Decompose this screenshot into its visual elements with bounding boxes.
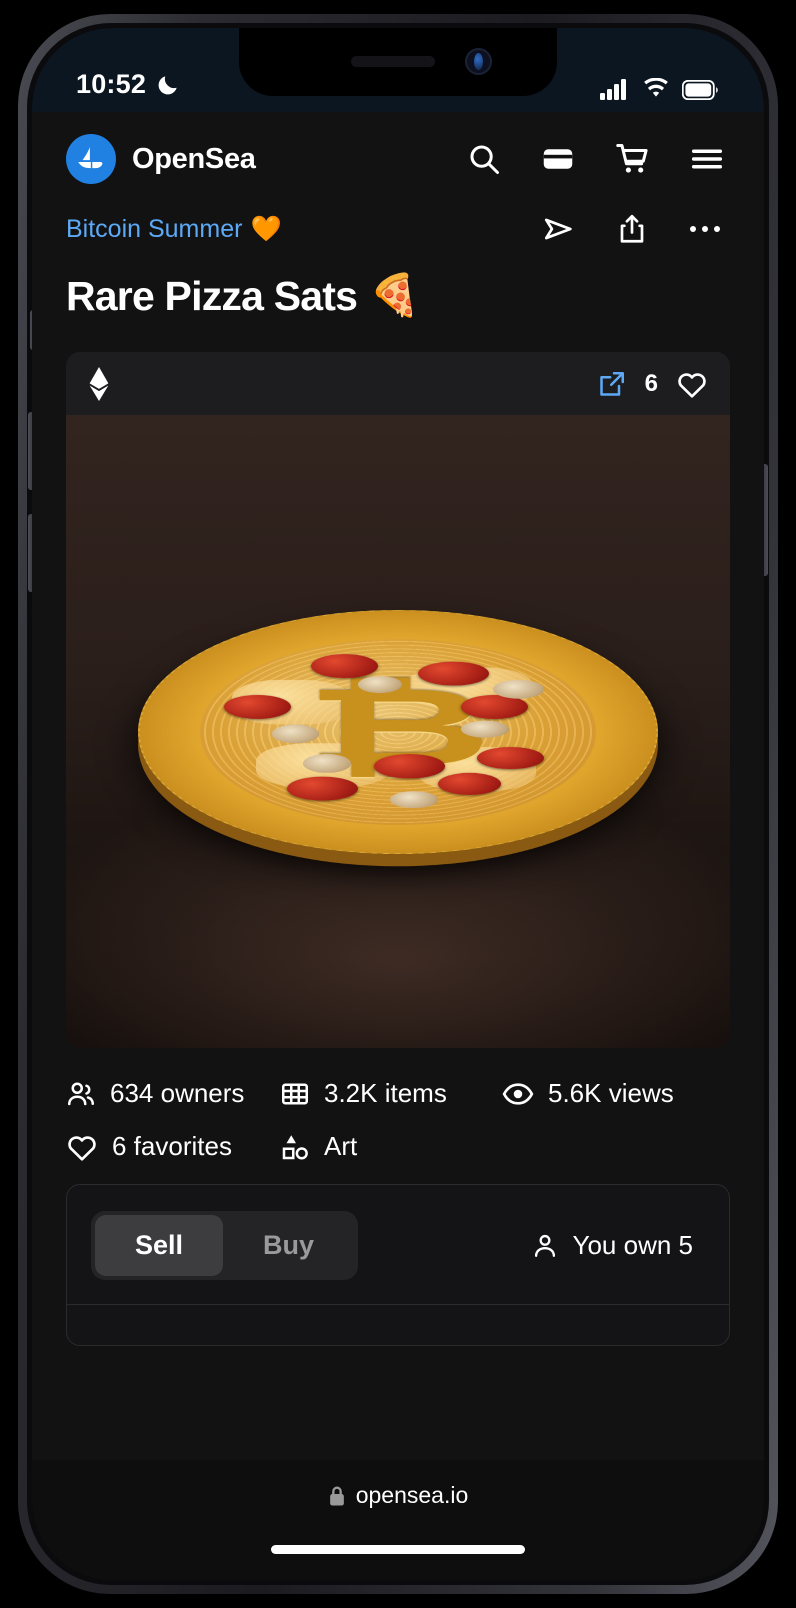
stat-owners-value: 634 owners — [110, 1078, 245, 1108]
crescent-moon-icon — [155, 72, 181, 98]
share-icon[interactable] — [616, 212, 648, 246]
bitcoin-pizza-coin: ₿ — [138, 609, 658, 854]
status-bar: 10:52 — [32, 28, 764, 112]
stat-items: 3.2K items — [280, 1078, 502, 1109]
status-bar-left: 10:52 — [76, 69, 181, 100]
pepperoni-topping — [477, 746, 545, 769]
brand-name: OpenSea — [132, 142, 256, 175]
hamburger-menu-icon[interactable] — [688, 140, 726, 178]
stats-row-1: 634 owners 3.2K items 5.6K views — [66, 1078, 730, 1109]
stat-views-value: 5.6K views — [548, 1078, 674, 1108]
cellular-signal-icon — [600, 78, 630, 100]
ethereum-icon — [88, 366, 110, 401]
mushroom-topping — [390, 790, 438, 808]
status-bar-right — [600, 78, 720, 100]
stat-views: 5.6K views — [502, 1078, 674, 1109]
nft-card-actions: 6 — [597, 369, 708, 399]
collection-stats: 634 owners 3.2K items 5.6K views 6 favor… — [32, 1048, 764, 1162]
opensea-sailboat-logo — [66, 134, 116, 184]
breadcrumb-actions — [542, 212, 730, 246]
ownership-text: You own 5 — [572, 1230, 693, 1260]
screenshot-stage: 10:52 OpenSea Bitcoin Summer 🧡 Rare Pizz… — [0, 0, 796, 1608]
pepperoni-topping — [287, 776, 359, 801]
battery-full-icon — [682, 80, 720, 100]
eye-icon — [502, 1079, 534, 1109]
brand-link[interactable]: OpenSea — [66, 134, 256, 184]
notch — [239, 28, 557, 96]
mushroom-topping — [492, 679, 545, 699]
nft-card[interactable]: 6 ₿ — [66, 352, 730, 1048]
web-page: OpenSea Bitcoin Summer 🧡 Rare Pizza Sats… — [32, 112, 764, 1580]
stat-category-value: Art — [324, 1131, 358, 1161]
heart-icon — [66, 1132, 98, 1162]
earpiece-speaker — [351, 56, 435, 67]
tab-buy[interactable]: Buy — [223, 1215, 354, 1276]
shapes-icon — [280, 1132, 310, 1162]
header-actions — [466, 140, 730, 178]
stat-favorites: 6 favorites — [66, 1131, 280, 1162]
wifi-icon — [641, 78, 671, 100]
stats-row-2: 6 favorites Art — [66, 1131, 730, 1162]
coin-face: ₿ — [200, 638, 596, 825]
stat-favorites-value: 6 favorites — [112, 1131, 232, 1161]
lock-icon — [328, 1485, 346, 1507]
breadcrumb-collection-link[interactable]: Bitcoin Summer 🧡 — [66, 215, 282, 244]
breadcrumb-label: Bitcoin Summer — [66, 214, 243, 243]
pepperoni-topping — [311, 653, 379, 678]
phone-frame: 10:52 OpenSea Bitcoin Summer 🧡 Rare Pizz… — [18, 14, 778, 1594]
trade-panel-header: Sell Buy You own 5 — [67, 1185, 729, 1304]
heart-icon[interactable] — [676, 369, 708, 399]
wallet-icon[interactable] — [540, 141, 576, 177]
tab-sell[interactable]: Sell — [95, 1215, 224, 1276]
front-camera-icon — [465, 48, 492, 75]
favorite-count: 6 — [644, 369, 658, 397]
page-title-text: Rare Pizza Sats — [66, 272, 358, 319]
phone-screen: 10:52 OpenSea Bitcoin Summer 🧡 Rare Pizz… — [32, 28, 764, 1580]
mushroom-topping — [271, 724, 319, 743]
person-icon — [531, 1232, 559, 1260]
pepperoni-topping — [374, 753, 446, 778]
trade-panel: Sell Buy You own 5 — [66, 1184, 730, 1346]
search-icon[interactable] — [466, 141, 502, 177]
mushroom-topping — [358, 675, 402, 693]
panel-body — [67, 1305, 729, 1345]
orange-heart-emoji: 🧡 — [250, 214, 282, 243]
pepperoni-topping — [437, 772, 501, 795]
clock-label: 10:52 — [76, 69, 147, 99]
stat-owners: 634 owners — [66, 1078, 280, 1109]
cart-icon[interactable] — [614, 141, 650, 177]
phone-bezel: 10:52 OpenSea Bitcoin Summer 🧡 Rare Pizz… — [27, 23, 769, 1585]
send-icon[interactable] — [542, 212, 576, 246]
url-text: opensea.io — [355, 1482, 469, 1508]
mushroom-topping — [303, 753, 351, 773]
breadcrumb: Bitcoin Summer 🧡 — [32, 198, 764, 250]
pizza-emoji: 🍕 — [369, 272, 420, 318]
more-options-icon[interactable] — [688, 223, 722, 235]
mushroom-topping — [461, 720, 509, 738]
pepperoni-topping — [224, 694, 292, 719]
nft-card-toolbar: 6 — [66, 352, 730, 415]
stat-items-value: 3.2K items — [324, 1078, 447, 1108]
url-bar[interactable]: opensea.io — [32, 1460, 764, 1509]
page-title: Rare Pizza Sats 🍕 — [32, 250, 764, 320]
site-header: OpenSea — [32, 112, 764, 198]
ownership-indicator: You own 5 — [531, 1230, 705, 1261]
stat-category: Art — [280, 1131, 357, 1162]
sell-buy-toggle: Sell Buy — [91, 1211, 359, 1280]
external-link-icon[interactable] — [597, 369, 627, 399]
grid-icon — [280, 1079, 310, 1109]
nft-artwork[interactable]: ₿ — [66, 415, 730, 1048]
browser-bottom-bar: opensea.io — [32, 1460, 764, 1580]
home-indicator[interactable] — [271, 1545, 525, 1554]
pepperoni-topping — [417, 660, 489, 686]
people-icon — [66, 1079, 96, 1109]
